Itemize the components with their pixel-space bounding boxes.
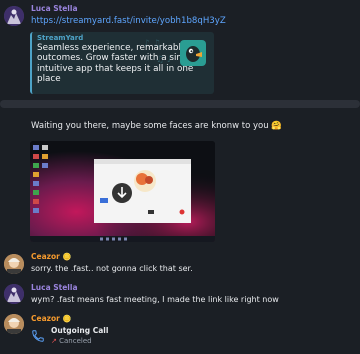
call-status-text: Canceled	[59, 337, 92, 345]
sender-name-text: Ceazor	[31, 314, 60, 323]
phone-icon	[32, 330, 44, 342]
sender-name[interactable]: Ceazor 🪙	[31, 252, 72, 261]
sender-name[interactable]: Luca Stella	[31, 4, 78, 13]
coin-badge-icon: 🪙	[62, 253, 72, 261]
message-text: sorry. the .fast.. not gonna click that …	[31, 264, 193, 273]
message-text: Waiting you there, maybe some faces are …	[31, 121, 282, 131]
screenshot-image[interactable]	[30, 141, 215, 242]
sender-name-text: Ceazor	[31, 252, 60, 261]
sender-name[interactable]: Luca Stella	[31, 283, 78, 292]
avatar-luca-stella[interactable]	[4, 284, 24, 304]
link-preview-card[interactable]: ♪ ♫ ♫ ♪ ♪ StreamYard Seamless experience…	[30, 32, 214, 94]
streamyard-logo-icon	[180, 40, 206, 66]
message-text: wym? .fast means fast meeting, I made th…	[31, 295, 279, 304]
avatar-luca-stella[interactable]	[4, 6, 24, 26]
avatar-ceazor[interactable]	[4, 254, 24, 274]
call-status: ↗ Canceled	[51, 337, 92, 345]
unread-divider	[0, 100, 360, 108]
sender-name[interactable]: Ceazor 🪙	[31, 314, 72, 323]
preview-site-name: StreamYard	[37, 34, 84, 42]
outgoing-arrow-icon: ↗	[51, 337, 57, 345]
avatar-ceazor[interactable]	[4, 314, 24, 334]
coin-badge-icon: 🪙	[62, 315, 72, 323]
call-title: Outgoing Call	[51, 326, 109, 335]
invite-link[interactable]: https://streamyard.fast/invite/yobh1b8qH…	[31, 16, 226, 26]
